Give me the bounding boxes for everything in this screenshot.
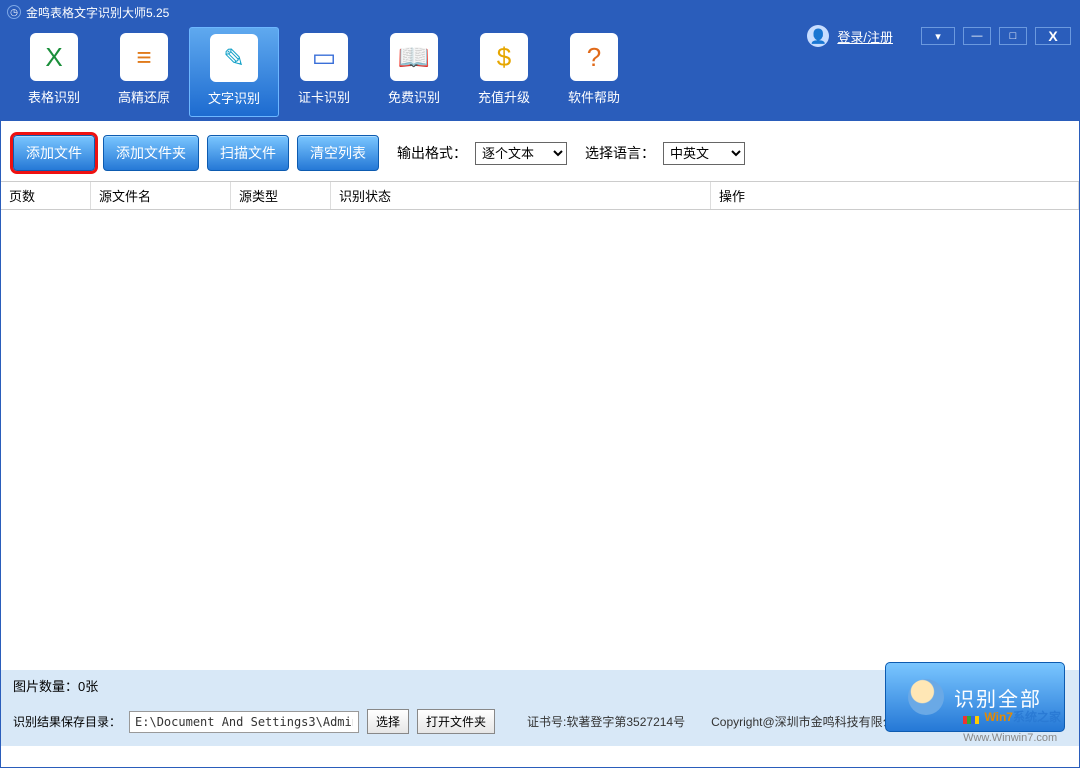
save-dir-label: 识别结果保存目录： — [13, 713, 121, 730]
choose-button[interactable]: 选择 — [367, 709, 409, 734]
col-source-type: 源类型 — [231, 182, 331, 209]
dropdown-button[interactable]: ▾ — [921, 27, 955, 45]
person-icon — [908, 679, 944, 715]
ribbon-2[interactable]: ✎ 文字识别 — [189, 27, 279, 117]
ribbon-1[interactable]: ≡ 高精还原 — [99, 27, 189, 117]
ribbon-icon: ▭ — [300, 33, 348, 81]
avatar-icon: 👤 — [807, 25, 829, 47]
save-dir-input[interactable] — [129, 711, 359, 733]
col-status: 识别状态 — [331, 182, 711, 209]
scan-file-button[interactable]: 扫描文件 — [207, 135, 289, 171]
table-header: 页数 源文件名 源类型 识别状态 操作 — [1, 181, 1079, 210]
ribbon-label: 表格识别 — [9, 87, 99, 106]
titlebar: ◷ 金鸣表格文字识别大师5.25 — [1, 1, 1079, 23]
title-right: 👤 登录/注册 ▾ — □ X — [807, 25, 1071, 47]
add-folder-button[interactable]: 添加文件夹 — [103, 135, 199, 171]
ribbon-icon: ✎ — [210, 34, 258, 82]
ribbon-5[interactable]: $ 充值升级 — [459, 27, 549, 117]
ribbon-icon: 📖 — [390, 33, 438, 81]
ribbon-0[interactable]: X 表格识别 — [9, 27, 99, 117]
secondary-toolbar: 添加文件 添加文件夹 扫描文件 清空列表 输出格式： 逐个文本 选择语言： 中英… — [1, 121, 1079, 181]
col-source-file: 源文件名 — [91, 182, 231, 209]
language-label: 选择语言： — [585, 143, 655, 163]
app-title: 金鸣表格文字识别大师5.25 — [26, 4, 169, 21]
ribbon-label: 文字识别 — [190, 88, 278, 107]
close-button[interactable]: X — [1035, 27, 1071, 45]
ribbon-label: 充值升级 — [459, 87, 549, 106]
ribbon-4[interactable]: 📖 免费识别 — [369, 27, 459, 117]
ribbon-3[interactable]: ▭ 证卡识别 — [279, 27, 369, 117]
ribbon-6[interactable]: ? 软件帮助 — [549, 27, 639, 117]
language-select[interactable]: 中英文 — [663, 142, 745, 165]
open-folder-button[interactable]: 打开文件夹 — [417, 709, 495, 734]
ribbon-icon: ≡ — [120, 33, 168, 81]
output-format-select[interactable]: 逐个文本 — [475, 142, 567, 165]
ribbon-icon: $ — [480, 33, 528, 81]
cert-text: 证书号:软著登字第3527214号 — [527, 713, 685, 730]
maximize-button[interactable]: □ — [999, 27, 1027, 45]
ribbon-label: 软件帮助 — [549, 87, 639, 106]
ribbon-icon: X — [30, 33, 78, 81]
ribbon-icon: ? — [570, 33, 618, 81]
add-file-button[interactable]: 添加文件 — [13, 135, 95, 171]
col-pages: 页数 — [1, 182, 91, 209]
ribbon: X 表格识别 ≡ 高精还原 ✎ 文字识别 ▭ 证卡识别 📖 免费识别 $ 充值升级? 软件帮助 👤 登录… — [1, 23, 1079, 121]
ribbon-label: 免费识别 — [369, 87, 459, 106]
minimize-button[interactable]: — — [963, 27, 991, 45]
picture-count: 图片数量：0张 — [13, 679, 98, 694]
ribbon-label: 高精还原 — [99, 87, 189, 106]
clear-list-button[interactable]: 清空列表 — [297, 135, 379, 171]
copyright-text: Copyright@深圳市金鸣科技有限公司 — [711, 713, 907, 730]
table-body — [1, 210, 1079, 670]
col-operation: 操作 — [711, 182, 1079, 209]
output-format-label: 输出格式： — [397, 143, 467, 163]
recognize-all-label: 识别全部 — [954, 683, 1042, 712]
ribbon-label: 证卡识别 — [279, 87, 369, 106]
recognize-all-button[interactable]: 识别全部 — [885, 662, 1065, 732]
app-icon: ◷ — [7, 5, 21, 19]
login-link[interactable]: 登录/注册 — [837, 27, 893, 46]
